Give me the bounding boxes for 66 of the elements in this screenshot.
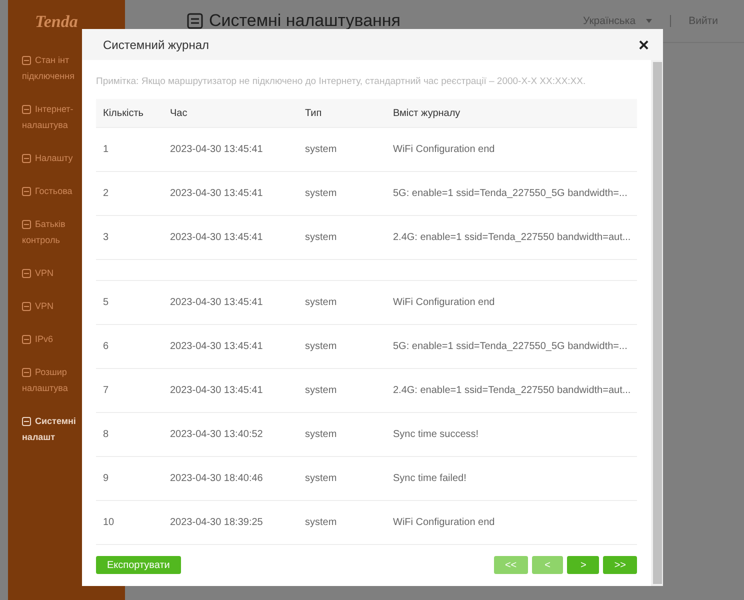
table-cell-text: system xyxy=(305,188,338,199)
table-cell-text: 6 xyxy=(103,341,110,352)
table-cell-text: system xyxy=(305,517,338,528)
table-cell-text: Sync time success! xyxy=(393,429,480,440)
table-cell-text: 2023-04-30 18:39:25 xyxy=(170,517,264,528)
menu-item-icon xyxy=(22,186,31,196)
table-cell-text: 10 xyxy=(103,517,116,528)
table-cell-text: system xyxy=(305,473,338,484)
table-cell-text: 2023-04-30 18:40:46 xyxy=(170,473,264,484)
table-cell-text: 3 xyxy=(103,232,110,243)
sidebar-item[interactable]: Розшир xyxy=(22,364,125,380)
sidebar-item[interactable]: VPN xyxy=(22,265,125,281)
table-cell-text: 2 xyxy=(103,188,110,199)
caret-icon xyxy=(646,19,652,23)
menu-item-icon xyxy=(22,104,31,114)
table-cell-text: 2023-04-30 13:45:41 xyxy=(170,341,264,352)
table-cell-text: system xyxy=(305,144,338,155)
dialog-title: Системний журнал xyxy=(103,38,210,52)
table-cell-text: 2023-04-30 13:45:41 xyxy=(170,188,264,199)
column-header: Кількість xyxy=(103,108,144,118)
menu-item-icon xyxy=(22,416,31,426)
table-cell-text: WiFi Configuration end xyxy=(393,517,496,528)
menu-item-icon xyxy=(22,154,31,162)
table-cell-text: 2023-04-30 13:40:52 xyxy=(170,429,264,440)
menu-item-icon xyxy=(22,302,31,310)
table-cell-text: WiFi Configuration end xyxy=(393,297,496,308)
table-cell-text: 7 xyxy=(103,385,110,396)
sidebar-item[interactable]: Системні xyxy=(22,413,125,429)
table-cell-text: 5G: enable=1 ssid=Tenda_227550_5G bandwidth=... xyxy=(393,188,628,199)
page-button[interactable]: > xyxy=(567,556,600,574)
page-button[interactable]: >> xyxy=(603,556,637,574)
table-cell-text: 2.4G: enable=1 ssid=Tenda_227550 bandwidth=aut... xyxy=(393,232,632,243)
menu-item-icon xyxy=(22,268,31,278)
table-cell-text: system xyxy=(305,232,338,243)
table-cell-text: 2023-04-30 13:45:41 xyxy=(170,144,264,155)
logo: Tenda xyxy=(35,12,79,32)
close-button[interactable]: × xyxy=(638,36,649,54)
table-cell-text: system xyxy=(305,341,338,352)
column-header: Вміст журналу xyxy=(393,108,462,118)
table-cell-text: system xyxy=(305,385,338,396)
table-cell-text: system xyxy=(305,429,338,440)
column-header: Час xyxy=(170,108,188,118)
table-cell-text: WiFi Configuration end xyxy=(393,144,496,155)
table-cell-text: 5 xyxy=(103,297,110,308)
table-cell-text: 2023-04-30 13:45:41 xyxy=(170,385,264,396)
table-cell-text: system xyxy=(305,297,338,308)
table-cell-text: 2023-04-30 13:45:41 xyxy=(170,232,264,243)
table-cell-text: Sync time failed! xyxy=(393,473,468,484)
export-button[interactable]: Експортувати xyxy=(96,556,181,574)
scrollbar[interactable] xyxy=(651,60,663,586)
page-title: Системні налаштування xyxy=(209,11,401,31)
sidebar-item[interactable]: Стан інт xyxy=(22,52,125,68)
table-cell-text: 9 xyxy=(103,473,110,484)
table-cell-text: 1 xyxy=(103,144,110,155)
note-text: Примітка: Якщо маршрутизатор не підключено до Інтернету, стандартний час реєстрації – 2000-X-X XX:XX:XX. xyxy=(96,76,587,87)
menu-item-icon xyxy=(22,368,31,376)
sidebar-item[interactable]: Батьків xyxy=(22,216,125,232)
menu-item-icon xyxy=(22,56,31,64)
table-cell-text: 8 xyxy=(103,429,110,440)
menu-item-icon xyxy=(22,334,31,344)
table-cell-text: 5G: enable=1 ssid=Tenda_227550_5G bandwidth=... xyxy=(393,341,628,352)
table-cell-text: 2023-04-30 13:45:41 xyxy=(170,297,264,308)
menu-item-icon xyxy=(22,220,31,228)
table-cell-text: 2.4G: enable=1 ssid=Tenda_227550 bandwidth=aut... xyxy=(393,385,632,396)
settings-icon xyxy=(187,13,203,29)
column-header: Тип xyxy=(305,108,323,118)
